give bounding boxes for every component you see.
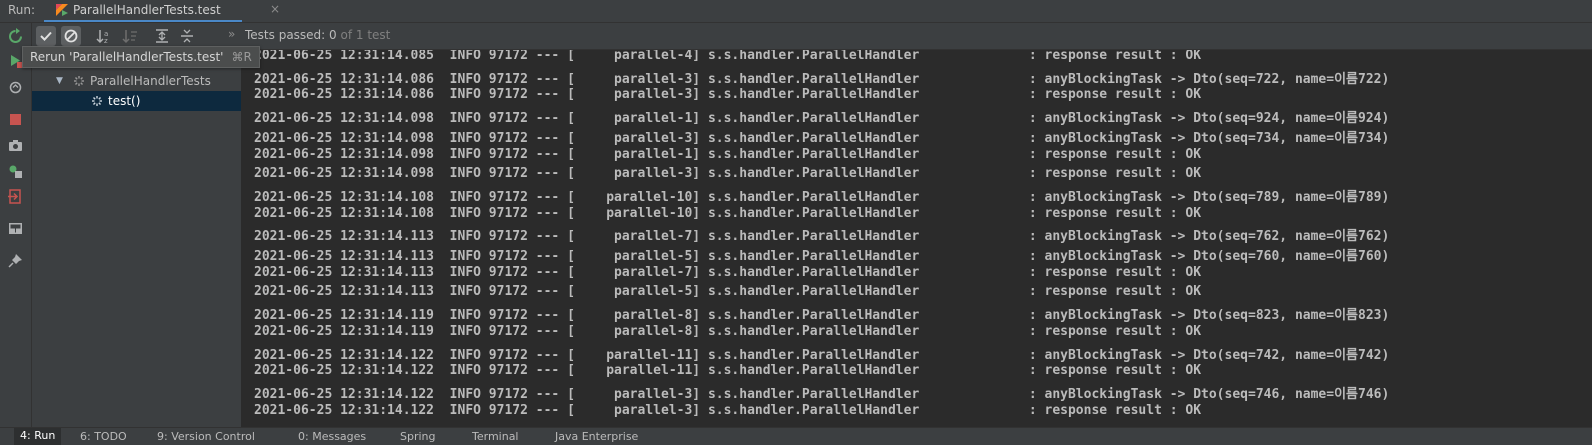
svg-text:z: z xyxy=(104,37,108,45)
log-line: 2021-06-25 12:31:14.098 INFO 97172 --- [… xyxy=(254,166,1202,182)
spinner-icon xyxy=(92,96,102,106)
tests-total-count: of 1 test xyxy=(340,28,391,42)
run-tab[interactable]: ParallelHandlerTests.test × xyxy=(44,0,280,22)
tree-item-class[interactable]: ▼ ParallelHandlerTests xyxy=(32,71,241,91)
log-line: 2021-06-25 12:31:14.113 INFO 97172 --- [… xyxy=(254,229,1390,245)
test-tree: ▼ ParallelHandlerTests test() xyxy=(32,50,242,427)
log-line: 2021-06-25 12:31:14.119 INFO 97172 --- [… xyxy=(254,323,1202,339)
log-line: 2021-06-25 12:31:14.108 INFO 97172 --- [… xyxy=(254,189,1390,205)
tests-passed-count: 0 xyxy=(329,28,337,42)
rerun-icon[interactable] xyxy=(7,28,24,45)
sort-duration-icon[interactable] xyxy=(120,26,140,46)
show-passed-icon[interactable] xyxy=(36,26,56,46)
tool-window-tab[interactable]: 6: TODO xyxy=(80,430,127,443)
tree-expand-arrow-icon[interactable]: ▼ xyxy=(56,76,63,86)
log-line: 2021-06-25 12:31:14.119 INFO 97172 --- [… xyxy=(254,308,1390,324)
exit-icon[interactable] xyxy=(7,188,24,205)
tool-window-tab[interactable]: 4: Run xyxy=(14,428,62,445)
tree-item-label: test() xyxy=(108,94,141,108)
run-tab-title: ParallelHandlerTests.test xyxy=(73,3,221,17)
camera-icon[interactable] xyxy=(7,137,24,154)
log-line: 2021-06-25 12:31:14.108 INFO 97172 --- [… xyxy=(254,205,1202,221)
log-line: 2021-06-25 12:31:14.122 INFO 97172 --- [… xyxy=(254,386,1390,402)
rerun-tooltip: Rerun 'ParallelHandlerTests.test' ⌘R xyxy=(22,46,260,68)
tool-window-tab[interactable]: Terminal xyxy=(472,430,519,443)
expand-all-icon[interactable] xyxy=(152,26,172,46)
tree-item-method[interactable]: test() xyxy=(32,91,241,111)
tool-window-tab[interactable]: Spring xyxy=(400,430,436,443)
close-tab-icon[interactable]: × xyxy=(270,2,280,16)
tool-window-tab[interactable]: 9: Version Control xyxy=(157,430,255,443)
sort-alpha-icon[interactable]: a z xyxy=(94,26,114,46)
tests-status-label: Tests passed: xyxy=(245,28,326,42)
log-line: 2021-06-25 12:31:14.113 INFO 97172 --- [… xyxy=(254,249,1390,264)
log-line: 2021-06-25 12:31:14.086 INFO 97172 --- [… xyxy=(254,87,1202,103)
tool-window-bar: 4: Run 6: TODO 9: Version Control 0: Messag… xyxy=(0,427,1592,445)
log-line: 2021-06-25 12:31:14.122 INFO 97172 --- [… xyxy=(254,402,1202,418)
log-line: 2021-06-25 12:31:14.113 INFO 97172 --- [… xyxy=(254,284,1202,300)
log-line: 2021-06-25 12:31:14.085 INFO 97172 --- [… xyxy=(254,50,1202,63)
kotlin-run-icon xyxy=(56,4,68,16)
spinner-icon xyxy=(74,76,84,86)
more-actions-chevron[interactable]: » xyxy=(228,27,235,41)
run-left-toolbar xyxy=(0,23,32,427)
tooltip-text: Rerun 'ParallelHandlerTests.test' xyxy=(30,50,224,64)
show-ignored-icon[interactable] xyxy=(61,26,81,46)
log-line: 2021-06-25 12:31:14.098 INFO 97172 --- [… xyxy=(254,111,1390,127)
log-line: 2021-06-25 12:31:14.098 INFO 97172 --- [… xyxy=(254,130,1390,146)
log-line: 2021-06-25 12:31:14.122 INFO 97172 --- [… xyxy=(254,363,1202,379)
log-line: 2021-06-25 12:31:14.098 INFO 97172 --- [… xyxy=(254,146,1202,162)
tool-window-tab[interactable]: 0: Messages xyxy=(298,430,366,443)
log-line: 2021-06-25 12:31:14.122 INFO 97172 --- [… xyxy=(254,347,1390,363)
export-icon[interactable] xyxy=(7,163,24,180)
console-output[interactable]: 2021-06-25 12:31:14.085 INFO 97172 --- [… xyxy=(242,50,1592,427)
log-line: 2021-06-25 12:31:14.113 INFO 97172 --- [… xyxy=(254,264,1202,280)
tree-item-label: ParallelHandlerTests xyxy=(90,74,211,88)
run-label: Run: xyxy=(8,3,36,17)
stop-icon[interactable] xyxy=(7,111,24,128)
collapse-all-icon[interactable] xyxy=(177,26,197,46)
log-line: 2021-06-25 12:31:14.086 INFO 97172 --- [… xyxy=(254,71,1390,87)
tool-window-tab[interactable]: Java Enterprise xyxy=(555,430,638,443)
run-toolwindow-header: Run: ParallelHandlerTests.test × xyxy=(0,0,1592,23)
test-results-toolbar: a z » Tests passed: 0 of 1 test xyxy=(32,23,1592,50)
layout-icon[interactable] xyxy=(7,220,24,237)
debug-toggle-icon[interactable] xyxy=(7,79,24,96)
tooltip-shortcut: ⌘R xyxy=(231,50,252,64)
pin-icon[interactable] xyxy=(7,252,24,269)
tests-status: Tests passed: 0 of 1 test xyxy=(245,28,390,42)
